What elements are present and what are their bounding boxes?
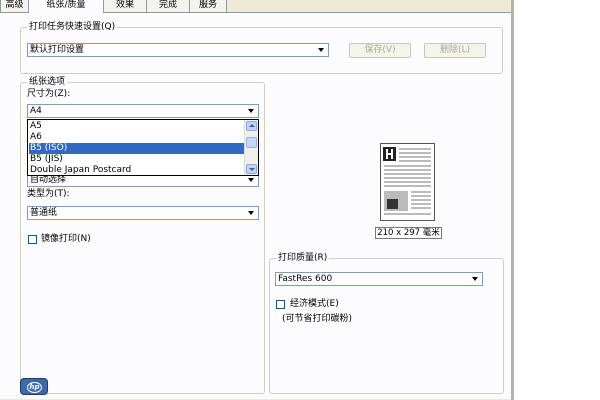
list-item-selected[interactable]: B5 (ISO) — [29, 143, 246, 154]
dropdown-scrollbar[interactable] — [244, 120, 258, 175]
paper-options-legend: 纸张选项 — [27, 77, 68, 88]
chevron-down-icon[interactable] — [470, 274, 481, 284]
list-item[interactable]: Double Japan Postcard — [29, 165, 246, 175]
mirror-checkbox[interactable] — [28, 235, 37, 244]
print-quality-value: FastRes 600 — [278, 274, 333, 284]
background-area — [514, 0, 600, 400]
chevron-down-icon[interactable] — [246, 106, 257, 116]
chevron-down-icon[interactable] — [246, 175, 257, 185]
economode-checkbox[interactable] — [276, 300, 285, 309]
page-preview — [380, 143, 435, 221]
print-quality-legend: 打印质量(R) — [276, 253, 330, 264]
tab-paper-quality[interactable]: 纸张/质量 — [28, 0, 104, 13]
paper-size-combo[interactable]: A4 — [27, 104, 259, 118]
quick-set-combo[interactable]: 默认打印设置 — [27, 43, 329, 57]
paper-size-value: A4 — [30, 106, 42, 116]
list-item[interactable]: A6 — [29, 132, 246, 143]
paper-source-value: 自动选择 — [30, 175, 67, 185]
hp-logo-icon: hp — [20, 378, 48, 395]
size-label: 尺寸为(Z): — [27, 89, 71, 99]
paper-dimensions-label: 210 x 297 毫米 — [375, 227, 442, 239]
chevron-down-icon[interactable] — [316, 45, 327, 55]
list-item[interactable]: B5 (JIS) — [29, 154, 246, 165]
scroll-up-icon[interactable] — [246, 121, 257, 131]
delete-button[interactable]: 删除(L) — [424, 43, 486, 58]
tab-panel: 打印任务快速设置(Q) 默认打印设置 保存(V) 删除(L) 纸张选项 尺寸为(… — [0, 13, 512, 399]
list-item[interactable]: A5 — [29, 121, 246, 132]
save-button[interactable]: 保存(V) — [349, 43, 411, 58]
paper-type-combo[interactable]: 普通纸 — [27, 206, 259, 220]
print-quality-combo[interactable]: FastRes 600 — [275, 272, 483, 286]
dialog-border — [511, 0, 514, 400]
type-label: 类型为(T): — [27, 189, 70, 199]
scroll-down-icon[interactable] — [246, 164, 257, 174]
economode-note: (可节省打印碳粉) — [282, 314, 353, 324]
chevron-down-icon[interactable] — [246, 208, 257, 218]
quick-set-legend: 打印任务快速设置(Q) — [27, 22, 118, 33]
paper-size-dropdown-list[interactable]: A5 A6 B5 (ISO) B5 (JIS) Double Japan Pos… — [27, 119, 259, 176]
scroll-thumb[interactable] — [246, 137, 257, 148]
printer-properties-dialog: 高级 纸张/质量 效果 完成 服务 打印任务快速设置(Q) 默认打印设置 保存(… — [0, 0, 512, 400]
quick-set-value: 默认打印设置 — [30, 45, 85, 55]
page-preview-icon — [383, 147, 431, 215]
tab-bar: 高级 纸张/质量 效果 完成 服务 — [0, 0, 512, 13]
mirror-label: 镜像打印(N) — [41, 234, 91, 244]
paper-type-value: 普通纸 — [30, 208, 58, 218]
economode-label: 经济模式(E) — [290, 299, 339, 309]
